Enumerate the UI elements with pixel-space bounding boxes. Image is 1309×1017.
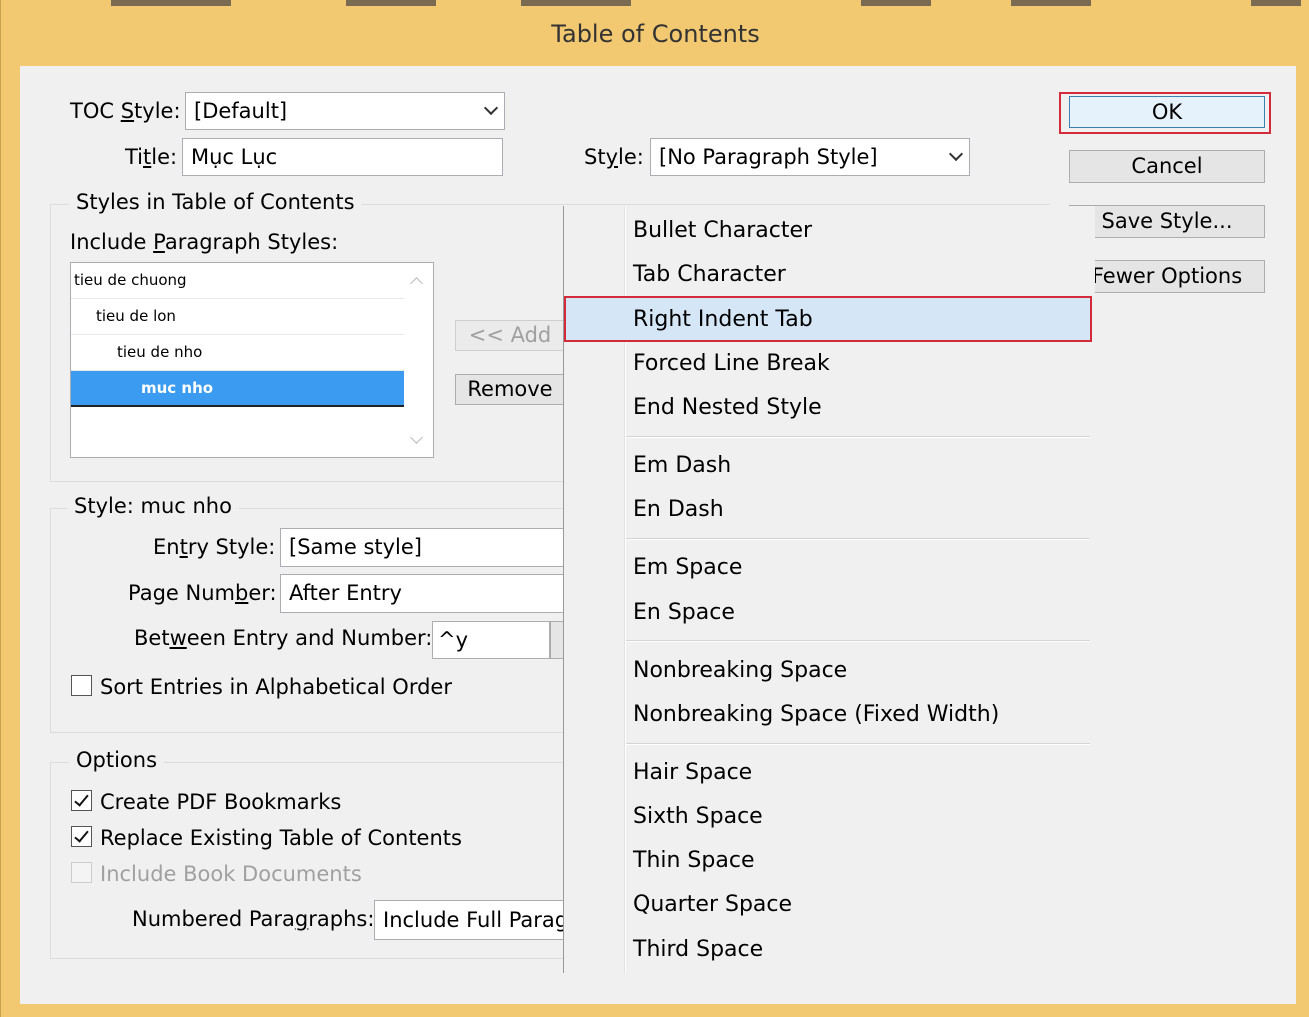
menu-separator bbox=[626, 436, 1090, 438]
menu-item-right-indent-tab[interactable]: Right Indent Tab bbox=[633, 307, 813, 332]
menu-item-em-space[interactable]: Em Space bbox=[633, 555, 742, 580]
sort-alphabetical-checkbox[interactable] bbox=[71, 675, 92, 696]
style-dropdown[interactable]: [No Paragraph Style] bbox=[650, 138, 970, 176]
numbered-paragraphs-dropdown[interactable]: Include Full Paragraph bbox=[374, 900, 570, 940]
special-characters-menu: Bullet Character Tab Character Right Ind… bbox=[563, 206, 1095, 973]
menu-item-sixth-space[interactable]: Sixth Space bbox=[633, 804, 763, 829]
menu-item-thin-space[interactable]: Thin Space bbox=[633, 848, 754, 873]
page-number-dropdown[interactable]: After Entry bbox=[280, 574, 570, 613]
add-button[interactable]: << Add bbox=[455, 320, 565, 351]
remove-button[interactable]: Remove bbox=[455, 374, 565, 405]
between-entry-number-label: Between Entry and Number: bbox=[134, 626, 433, 650]
menu-item-forced-line-break[interactable]: Forced Line Break bbox=[633, 351, 830, 376]
entry-style-value: [Same style] bbox=[289, 535, 422, 559]
included-styles-list[interactable]: tieu de chuong tieu de lon tieu de nho m… bbox=[70, 262, 434, 458]
menu-item-third-space[interactable]: Third Space bbox=[633, 937, 763, 962]
page-number-label: Page Number: bbox=[128, 581, 277, 605]
pdf-bookmarks-label: Create PDF Bookmarks bbox=[100, 790, 342, 814]
styles-in-toc-title: Styles in Table of Contents bbox=[69, 190, 362, 214]
sort-alphabetical-label: Sort Entries in Alphabetical Order bbox=[100, 675, 452, 699]
fewer-options-button[interactable]: Fewer Options bbox=[1069, 260, 1265, 293]
replace-existing-checkbox[interactable] bbox=[71, 826, 92, 847]
list-item-selected[interactable]: muc nho bbox=[71, 371, 404, 407]
menu-item-en-space[interactable]: En Space bbox=[633, 600, 735, 625]
list-item[interactable]: tieu de chuong bbox=[71, 263, 404, 299]
checkmark-icon bbox=[74, 827, 89, 843]
toc-style-dropdown[interactable]: [Default] bbox=[185, 92, 505, 130]
menu-item-bullet-character[interactable]: Bullet Character bbox=[633, 218, 812, 243]
style-value: [No Paragraph Style] bbox=[659, 145, 878, 169]
replace-existing-label: Replace Existing Table of Contents bbox=[100, 826, 462, 850]
options-title: Options bbox=[69, 748, 165, 772]
numbered-paragraphs-label: Numbered Paragraphs: bbox=[132, 907, 375, 931]
between-entry-number-input[interactable]: ^y bbox=[432, 621, 550, 659]
menu-item-tab-character[interactable]: Tab Character bbox=[633, 262, 786, 287]
menu-item-quarter-space[interactable]: Quarter Space bbox=[633, 892, 792, 917]
menu-item-en-dash[interactable]: En Dash bbox=[633, 497, 724, 522]
scroll-down-icon[interactable] bbox=[410, 431, 423, 444]
ok-highlight-box bbox=[1059, 92, 1271, 134]
entry-style-dropdown[interactable]: [Same style] bbox=[280, 528, 570, 567]
between-entry-number-value: ^y bbox=[438, 628, 469, 652]
chevron-down-icon bbox=[483, 100, 499, 116]
page-number-value: After Entry bbox=[289, 581, 402, 605]
checkmark-icon bbox=[74, 791, 89, 807]
include-paragraph-styles-label: Include Paragraph Styles: bbox=[70, 230, 339, 254]
menu-separator bbox=[626, 743, 1090, 745]
menu-item-hair-space[interactable]: Hair Space bbox=[633, 760, 752, 785]
toc-style-value: [Default] bbox=[194, 99, 288, 123]
background-app-strip bbox=[1, 0, 1309, 10]
menu-item-nonbreaking-space[interactable]: Nonbreaking Space bbox=[633, 658, 847, 683]
pdf-bookmarks-checkbox[interactable] bbox=[71, 790, 92, 811]
save-style-button[interactable]: Save Style... bbox=[1069, 205, 1265, 238]
include-book-checkbox bbox=[71, 862, 92, 883]
entry-style-label: Entry Style: bbox=[153, 535, 276, 559]
include-book-label: Include Book Documents bbox=[100, 862, 362, 886]
menu-separator bbox=[626, 538, 1090, 540]
title-label: Title: bbox=[125, 145, 178, 169]
scroll-up-icon[interactable] bbox=[410, 277, 423, 290]
list-item[interactable]: tieu de nho bbox=[71, 335, 404, 371]
title-value: Mục Lục bbox=[191, 145, 278, 169]
menu-item-em-dash[interactable]: Em Dash bbox=[633, 453, 731, 478]
window-title: Table of Contents bbox=[551, 20, 760, 48]
style-label: Style: bbox=[584, 145, 644, 169]
chevron-down-icon bbox=[948, 146, 964, 162]
title-input[interactable]: Mục Lục bbox=[182, 138, 503, 176]
toc-style-label: TOC Style: bbox=[70, 99, 181, 123]
menu-item-end-nested-style[interactable]: End Nested Style bbox=[633, 395, 822, 420]
dialog-window: Table of Contents TOC Style: [Default] T… bbox=[0, 0, 1309, 1017]
list-item[interactable]: tieu de lon bbox=[71, 299, 404, 335]
cancel-button[interactable]: Cancel bbox=[1069, 150, 1265, 183]
numbered-paragraphs-value: Include Full Paragraph bbox=[383, 908, 569, 932]
style-settings-title: Style: muc nho bbox=[67, 494, 239, 518]
menu-item-nonbreaking-space-fixed[interactable]: Nonbreaking Space (Fixed Width) bbox=[633, 702, 999, 727]
menu-separator bbox=[626, 640, 1090, 642]
